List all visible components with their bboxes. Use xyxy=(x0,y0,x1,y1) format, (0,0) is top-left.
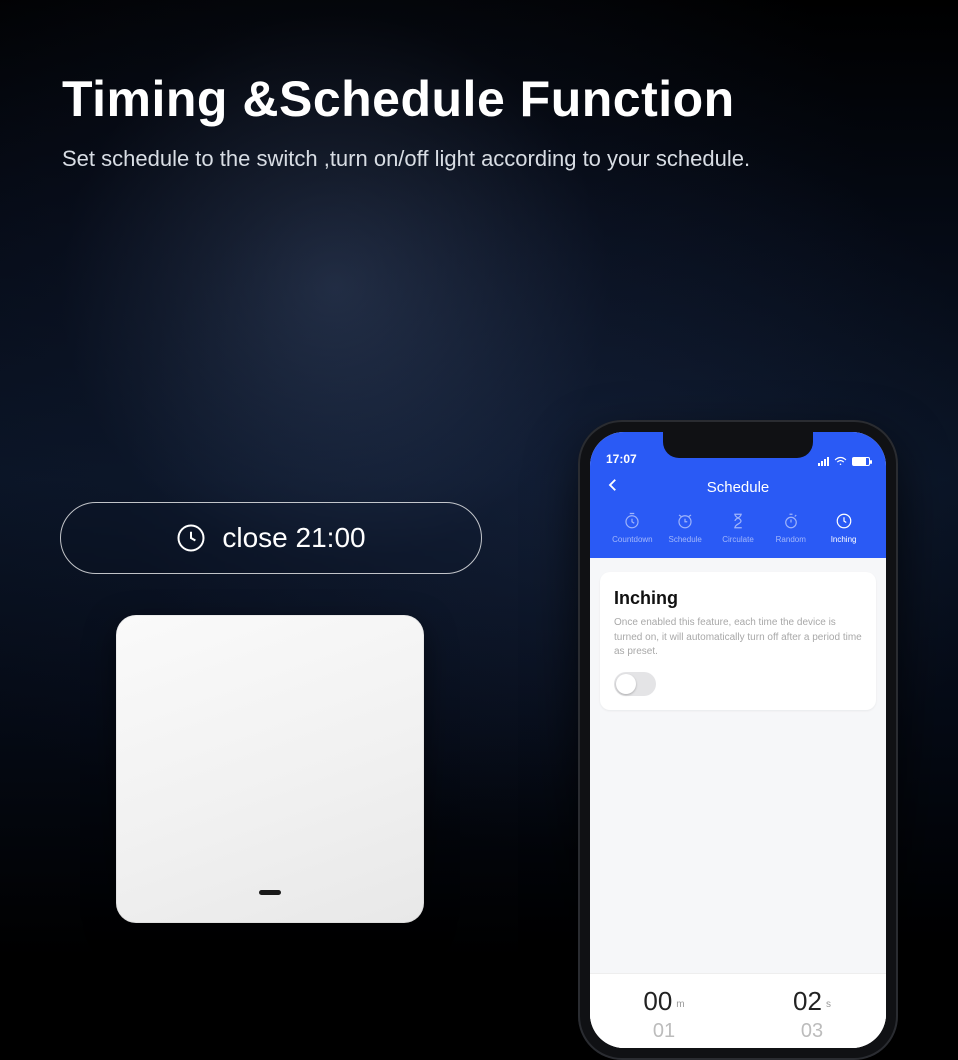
minutes-main: 00 xyxy=(643,986,672,1017)
page-subtitle: Set schedule to the switch ,turn on/off … xyxy=(62,146,918,172)
wall-switch xyxy=(116,615,424,923)
tab-random[interactable]: Random xyxy=(764,512,817,544)
inching-toggle[interactable] xyxy=(614,672,656,696)
minutes-next: 01 xyxy=(653,1020,675,1043)
clock-icon xyxy=(835,512,853,530)
tab-label: Countdown xyxy=(612,535,652,544)
seconds-unit: s xyxy=(826,999,831,1010)
tab-label: Inching xyxy=(831,535,857,544)
tab-inching[interactable]: Inching xyxy=(817,512,870,544)
phone-notch xyxy=(663,432,813,458)
card-title: Inching xyxy=(614,588,862,609)
tab-schedule[interactable]: Schedule xyxy=(659,512,712,544)
signal-icon xyxy=(818,457,829,466)
countdown-icon xyxy=(623,512,641,530)
tab-label: Schedule xyxy=(669,535,702,544)
headline-block: Timing &Schedule Function Set schedule t… xyxy=(62,70,918,172)
status-time: 17:07 xyxy=(606,452,637,466)
tab-bar: Countdown Schedule Circulate Random Inch… xyxy=(602,512,874,544)
card-description: Once enabled this feature, each time the… xyxy=(614,616,862,660)
seconds-main: 02 xyxy=(793,986,822,1017)
seconds-next: 03 xyxy=(801,1020,823,1043)
seconds-column[interactable]: 02 s 03 xyxy=(738,986,886,1046)
tab-circulate[interactable]: Circulate xyxy=(712,512,765,544)
tab-countdown[interactable]: Countdown xyxy=(606,512,659,544)
schedule-pill: close 21:00 xyxy=(60,502,482,574)
alarm-icon xyxy=(676,512,694,530)
page-title: Timing &Schedule Function xyxy=(62,70,918,128)
phone-screen: 17:07 Schedule Countdown xyxy=(590,432,886,1048)
minutes-column[interactable]: 00 m 01 xyxy=(590,986,738,1046)
inching-card: Inching Once enabled this feature, each … xyxy=(600,572,876,710)
minutes-unit: m xyxy=(676,999,684,1010)
switch-led-indicator xyxy=(259,890,281,895)
back-icon[interactable] xyxy=(604,476,622,494)
tab-label: Circulate xyxy=(722,535,754,544)
battery-icon xyxy=(852,457,870,466)
schedule-pill-text: close 21:00 xyxy=(222,522,365,554)
app-header: Schedule Countdown Schedule Circulate R xyxy=(590,468,886,558)
phone-mockup: 17:07 Schedule Countdown xyxy=(578,420,898,1060)
header-title: Schedule xyxy=(707,479,770,496)
stopwatch-icon xyxy=(782,512,800,530)
hourglass-icon xyxy=(729,512,747,530)
clock-icon xyxy=(176,523,206,553)
wifi-icon xyxy=(834,456,847,466)
tab-label: Random xyxy=(776,535,806,544)
time-picker[interactable]: 00 m 01 02 s 03 xyxy=(590,973,886,1048)
